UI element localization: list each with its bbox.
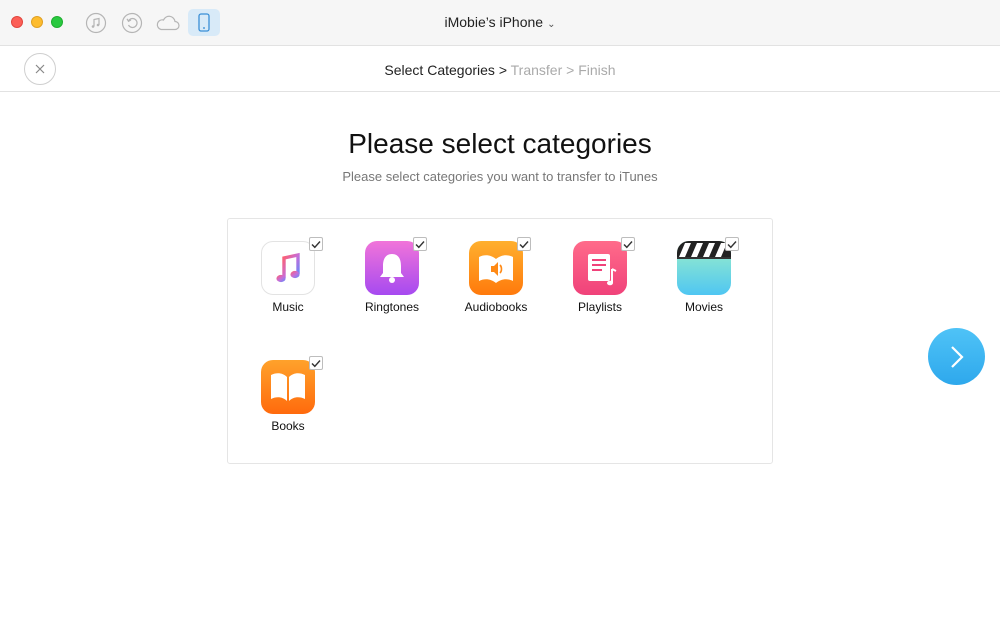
title-bar: iMobie’s iPhone ⌄ — [0, 0, 1000, 46]
page-subtitle: Please select categories you want to tra… — [342, 169, 658, 184]
category-label: Ringtones — [364, 300, 420, 314]
step-separator: > — [566, 62, 575, 78]
category-label: Movies — [684, 300, 723, 314]
category-books[interactable]: Books — [239, 338, 335, 438]
category-movies[interactable]: Movies — [655, 219, 751, 319]
page-title: Please select categories — [348, 128, 652, 159]
chevron-down-icon: ⌄ — [547, 19, 556, 30]
next-button[interactable] — [928, 328, 985, 385]
category-checkbox[interactable] — [309, 237, 323, 251]
category-audiobooks[interactable]: Audiobooks — [447, 219, 543, 319]
device-name-label: iMobie’s iPhone — [444, 14, 544, 30]
bell-icon — [365, 241, 419, 295]
audiobook-icon — [469, 241, 523, 295]
category-label: Music — [272, 300, 304, 314]
category-checkbox[interactable] — [725, 237, 739, 251]
step-transfer: Transfer — [510, 62, 563, 78]
category-checkbox[interactable] — [413, 237, 427, 251]
device-selector[interactable]: iMobie’s iPhone ⌄ — [0, 14, 1000, 30]
step-bar: Select Categories > Transfer > Finish — [0, 46, 1000, 92]
category-music[interactable]: Music — [239, 219, 335, 319]
category-panel: Music Ringtones Audiobooks Playlists Mov… — [227, 218, 773, 464]
category-checkbox[interactable] — [517, 237, 531, 251]
category-label: Books — [271, 419, 305, 433]
chevron-right-icon — [950, 345, 964, 368]
book-icon — [261, 360, 315, 414]
step-select-categories: Select Categories — [384, 62, 495, 78]
category-label: Playlists — [577, 300, 622, 314]
category-ringtones[interactable]: Ringtones — [343, 219, 439, 319]
category-checkbox[interactable] — [309, 356, 323, 370]
clapperboard-icon — [677, 241, 731, 295]
category-checkbox[interactable] — [621, 237, 635, 251]
category-label: Audiobooks — [464, 300, 528, 314]
category-playlists[interactable]: Playlists — [551, 219, 647, 319]
breadcrumb: Select Categories > Transfer > Finish — [0, 62, 1000, 78]
music-icon — [261, 241, 315, 295]
step-separator: > — [498, 62, 507, 78]
step-finish: Finish — [578, 62, 616, 78]
playlist-icon — [573, 241, 627, 295]
